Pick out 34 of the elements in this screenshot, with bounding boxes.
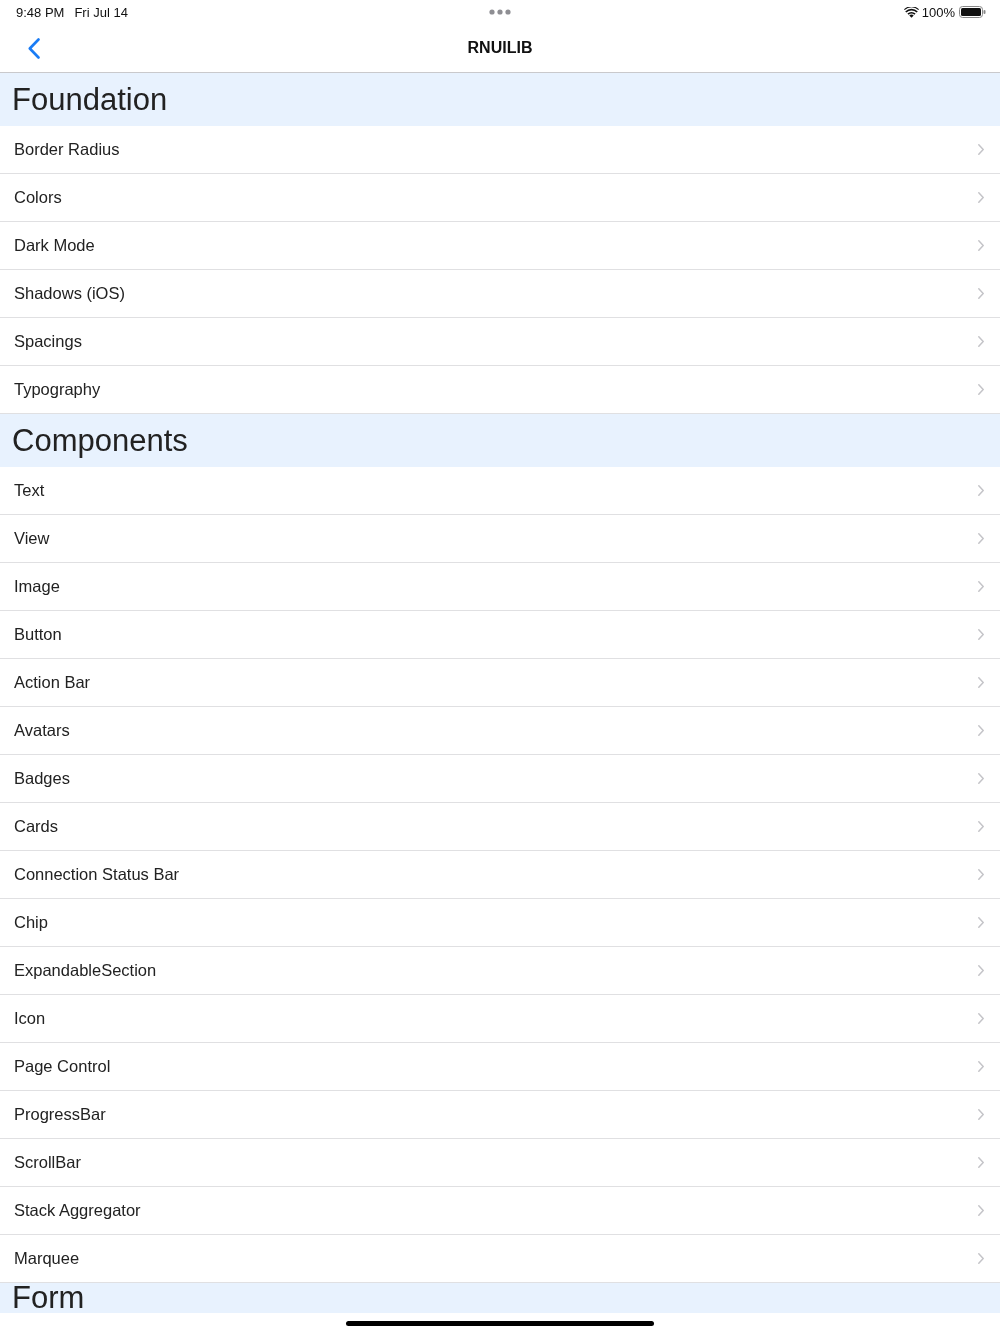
section-header: Foundation: [0, 73, 1000, 126]
chevron-right-icon: [978, 1013, 984, 1024]
back-chevron-icon: [28, 37, 40, 59]
ellipsis-icon: [489, 9, 511, 15]
chevron-right-icon: [978, 965, 984, 976]
chevron-right-icon: [978, 288, 984, 299]
chevron-right-icon: [978, 821, 984, 832]
chevron-right-icon: [978, 144, 984, 155]
chevron-right-icon: [978, 629, 984, 640]
battery-icon: [959, 6, 986, 18]
chevron-right-icon: [978, 581, 984, 592]
wifi-icon: [903, 6, 919, 18]
section-header: Form: [0, 1283, 1000, 1313]
chevron-right-icon: [978, 773, 984, 784]
chevron-right-icon: [978, 336, 984, 347]
chevron-right-icon: [978, 917, 984, 928]
status-date: Fri Jul 14: [74, 4, 128, 20]
battery-percent: 100%: [921, 4, 955, 20]
status-time: 9:48 PM: [16, 4, 65, 20]
chevron-right-icon: [978, 1061, 984, 1072]
chevron-right-icon: [978, 240, 984, 251]
chevron-right-icon: [978, 533, 984, 544]
chevron-right-icon: [978, 1157, 984, 1168]
chevron-right-icon: [978, 485, 984, 496]
chevron-right-icon: [978, 384, 984, 395]
chevron-right-icon: [978, 677, 984, 688]
chevron-right-icon: [978, 1253, 984, 1264]
chevron-right-icon: [978, 1109, 984, 1120]
chevron-right-icon: [978, 1205, 984, 1216]
section-header: Components: [0, 414, 1000, 467]
chevron-right-icon: [978, 725, 984, 736]
chevron-right-icon: [978, 869, 984, 880]
nav-title: RNUILIB: [467, 39, 533, 57]
chevron-right-icon: [978, 192, 984, 203]
